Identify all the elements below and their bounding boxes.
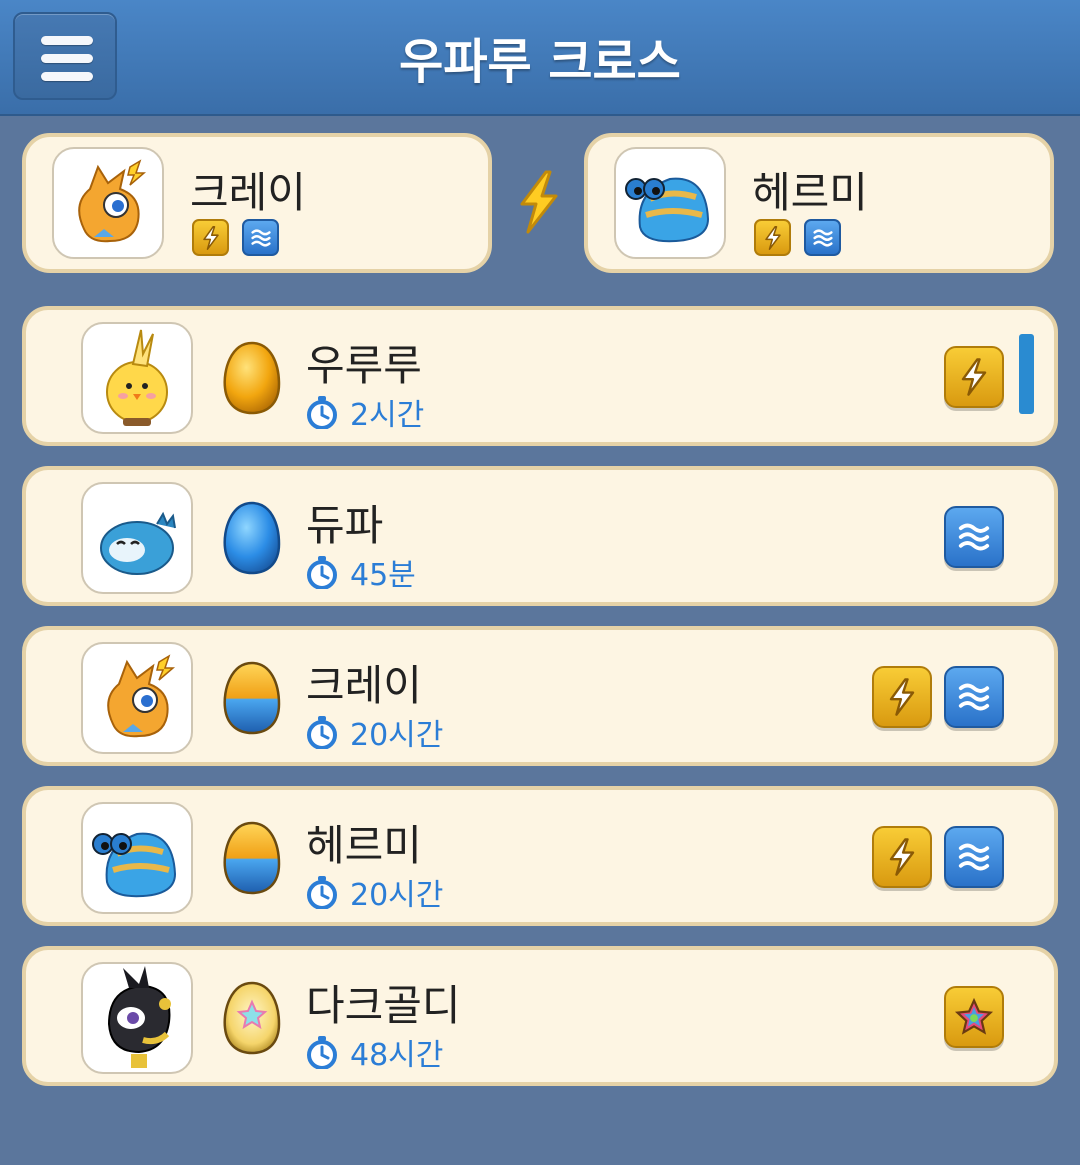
egg-icon <box>223 661 281 735</box>
monster-avatar-crei <box>52 147 164 259</box>
hatch-time: 45분 <box>306 550 416 594</box>
water-element-icon <box>242 219 279 256</box>
result-row[interactable]: 다크골디 48시간 <box>22 946 1058 1086</box>
result-name: 듀파 <box>306 501 384 550</box>
stopwatch-icon <box>307 556 337 589</box>
stopwatch-icon <box>307 716 337 749</box>
result-row[interactable]: 듀파 45분 <box>22 466 1058 606</box>
result-name: 헤르미 <box>306 821 422 870</box>
hatch-time-text: 48시간 <box>350 1038 444 1073</box>
scrollbar-thumb[interactable] <box>1019 334 1034 414</box>
electric-element-icon <box>192 219 229 256</box>
monster-avatar-dupa <box>81 482 193 594</box>
monster-avatar-crei <box>81 642 193 754</box>
electric-element-icon <box>754 219 791 256</box>
monster-avatar-ururu <box>81 322 193 434</box>
parent-card-1[interactable]: 크레이 <box>22 133 492 273</box>
parent-name: 크레이 <box>190 168 306 217</box>
monster-avatar-hermi <box>81 802 193 914</box>
result-row[interactable]: 크레이 20시간 <box>22 626 1058 766</box>
page-title: 우파루 크로스 <box>399 34 681 90</box>
result-row[interactable]: 헤르미 20시간 <box>22 786 1058 926</box>
monster-avatar-darkgoldy <box>81 962 193 1074</box>
hatch-time-text: 45분 <box>350 558 416 593</box>
egg-icon <box>223 501 281 575</box>
electric-element-icon <box>944 346 1004 408</box>
rainbow-star-element-icon <box>944 986 1004 1048</box>
monster-avatar-hermi <box>614 147 726 259</box>
result-name: 크레이 <box>306 661 422 710</box>
hatch-time-text: 20시간 <box>350 718 444 753</box>
result-row[interactable]: 우루루 2시간 <box>22 306 1058 446</box>
water-element-icon <box>944 666 1004 728</box>
parent-card-2[interactable]: 헤르미 <box>584 133 1054 273</box>
hatch-time: 20시간 <box>306 870 443 914</box>
water-element-icon <box>944 506 1004 568</box>
egg-icon <box>223 341 281 415</box>
electric-element-icon <box>872 826 932 888</box>
water-element-icon <box>944 826 1004 888</box>
hatch-time-text: 20시간 <box>350 878 444 913</box>
hatch-time: 20시간 <box>306 710 443 754</box>
lightning-icon <box>520 170 558 234</box>
stopwatch-icon <box>307 876 337 909</box>
water-element-icon <box>804 219 841 256</box>
app-header: 우파루 크로스 <box>0 0 1080 116</box>
hatch-time: 48시간 <box>306 1030 443 1074</box>
hatch-time: 2시간 <box>306 390 424 434</box>
parent-name: 헤르미 <box>752 168 868 217</box>
result-name: 다크골디 <box>306 981 461 1030</box>
stopwatch-icon <box>307 396 337 429</box>
egg-icon <box>223 821 281 895</box>
electric-element-icon <box>872 666 932 728</box>
stopwatch-icon <box>307 1036 337 1069</box>
egg-icon <box>223 981 281 1055</box>
hatch-time-text: 2시간 <box>350 398 425 433</box>
result-name: 우루루 <box>306 341 422 390</box>
